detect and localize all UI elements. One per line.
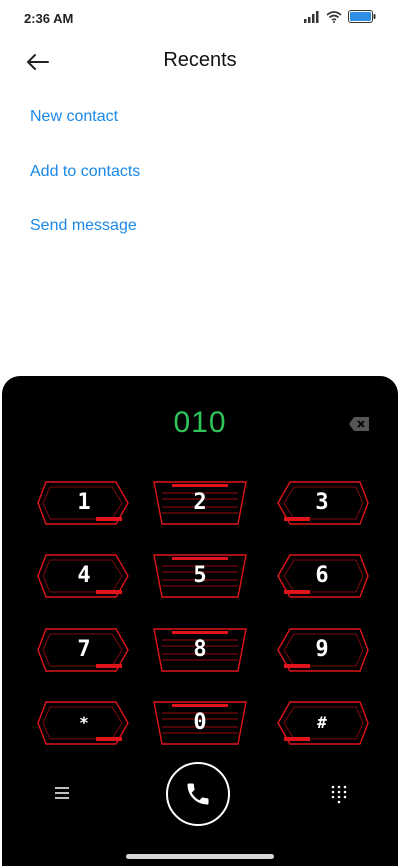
- key-8[interactable]: 8: [152, 626, 248, 674]
- call-button[interactable]: [166, 762, 230, 826]
- key-hash[interactable]: #: [274, 699, 370, 747]
- key-1[interactable]: 1: [36, 479, 132, 527]
- key-star[interactable]: *: [36, 699, 132, 747]
- add-to-contacts-link[interactable]: Add to contacts: [30, 163, 140, 181]
- status-icons: [304, 10, 376, 23]
- keypad-toggle-button[interactable]: [330, 784, 348, 804]
- key-hash-label: #: [317, 713, 327, 732]
- key-2[interactable]: 2: [152, 479, 248, 527]
- menu-button[interactable]: [52, 784, 72, 802]
- send-message-link[interactable]: Send message: [30, 217, 137, 235]
- backspace-button[interactable]: [348, 416, 370, 432]
- key-7[interactable]: 7: [36, 626, 132, 674]
- status-bar: 2:36 AM: [0, 0, 400, 36]
- key-3-label: 3: [315, 490, 329, 515]
- phone-icon: [187, 783, 209, 805]
- key-4-label: 4: [77, 563, 91, 588]
- dialed-number: 010: [173, 406, 227, 439]
- key-5-label: 5: [193, 563, 207, 588]
- key-1-label: 1: [77, 490, 91, 515]
- key-6[interactable]: 6: [274, 552, 370, 600]
- key-star-label: *: [79, 713, 89, 732]
- menu-icon: [55, 787, 69, 799]
- key-5[interactable]: 5: [152, 552, 248, 600]
- key-4[interactable]: 4: [36, 552, 132, 600]
- key-0-label: 0: [193, 710, 207, 735]
- key-3[interactable]: 3: [274, 479, 370, 527]
- wifi-icon: [326, 10, 342, 23]
- key-2-label: 2: [193, 490, 207, 515]
- battery-icon: [348, 10, 376, 23]
- key-7-label: 7: [77, 637, 91, 662]
- key-0[interactable]: 0: [152, 699, 248, 747]
- status-time: 2:36 AM: [24, 11, 74, 26]
- key-9[interactable]: 9: [274, 626, 370, 674]
- home-indicator[interactable]: [126, 854, 274, 859]
- header: Recents: [0, 40, 400, 84]
- dialer-panel: 010 1 2 3 4 5 6 7 8 9 * 0 #: [2, 376, 398, 866]
- key-8-label: 8: [193, 637, 207, 662]
- key-6-label: 6: [315, 563, 329, 588]
- new-contact-link[interactable]: New contact: [30, 108, 118, 126]
- signal-icon: [304, 10, 319, 23]
- backspace-icon: [349, 417, 369, 431]
- page-title: Recents: [163, 49, 237, 71]
- keypad-icon: [331, 785, 347, 804]
- key-9-label: 9: [315, 637, 329, 662]
